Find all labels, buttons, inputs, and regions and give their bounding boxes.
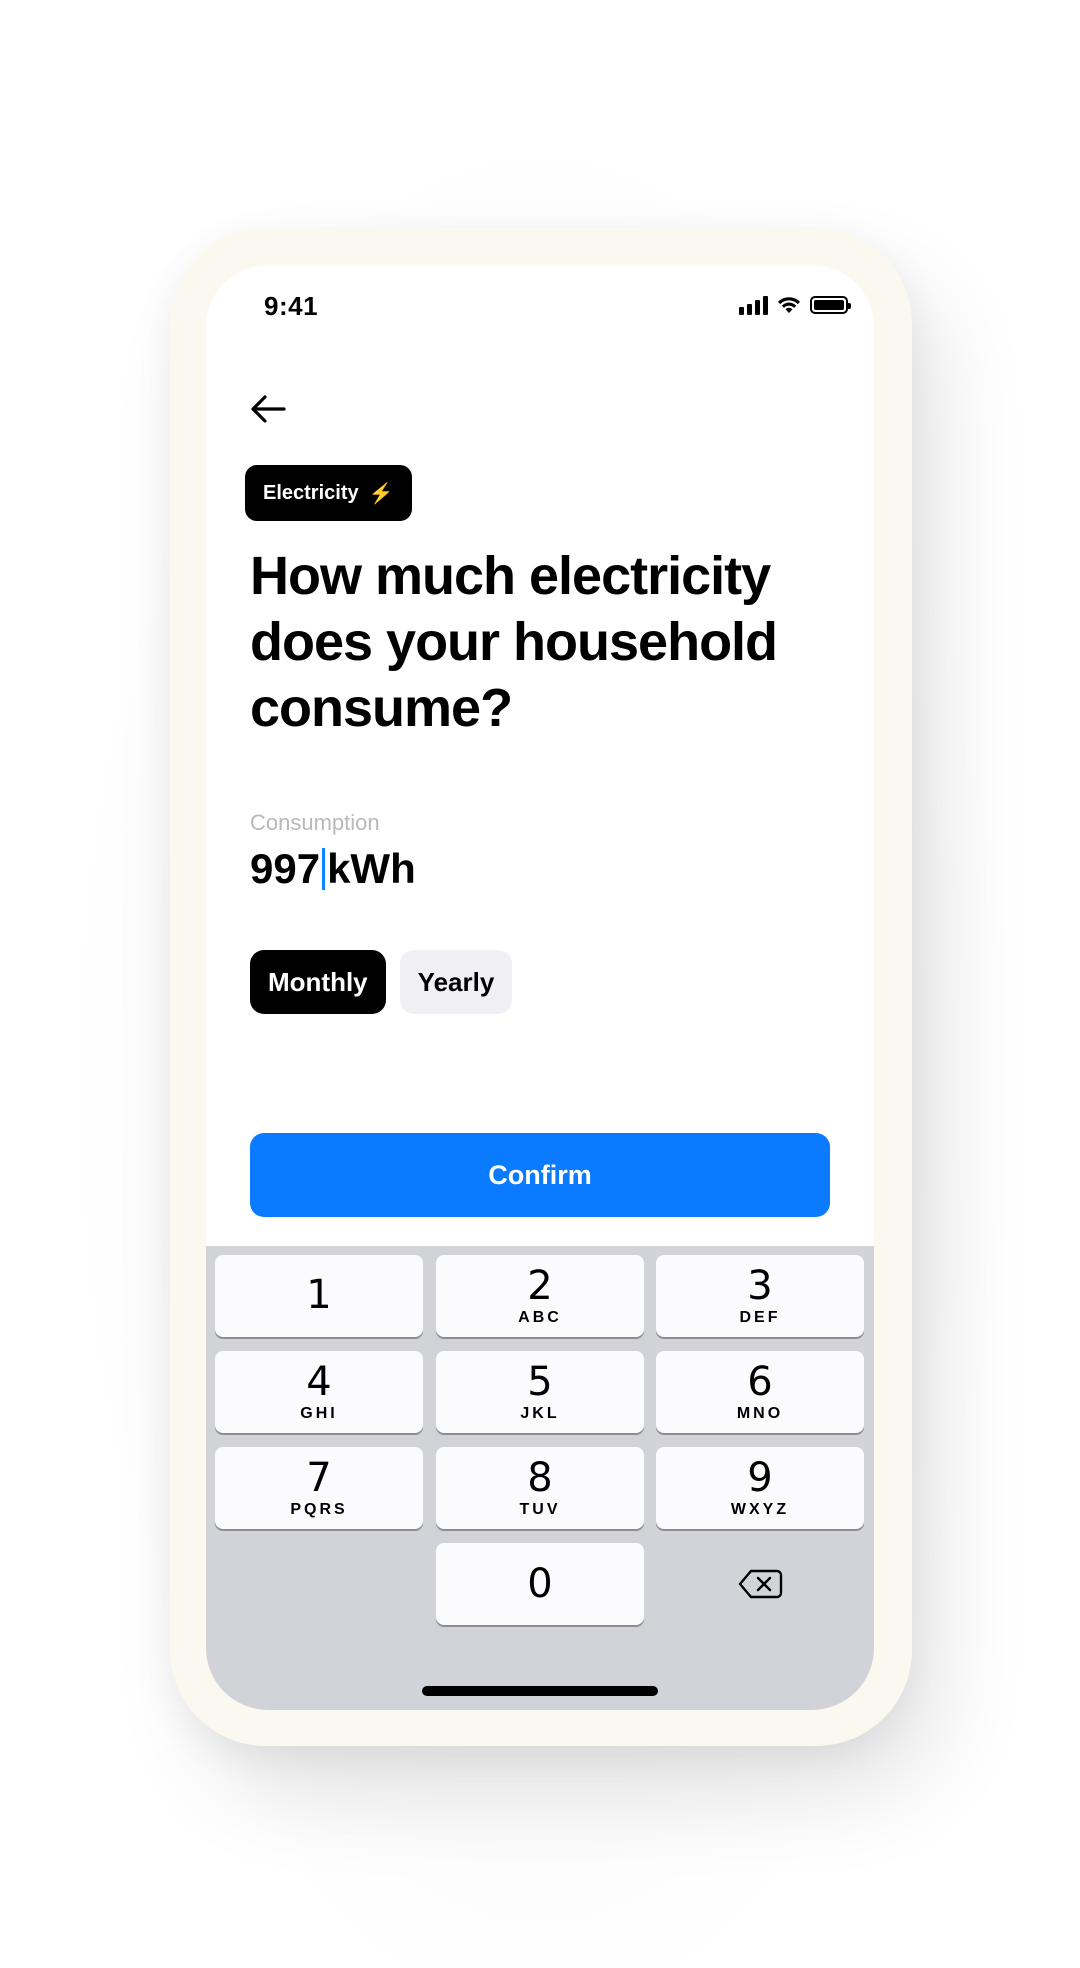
battery-icon: [810, 296, 851, 314]
lightning-icon: ⚡: [368, 482, 394, 505]
key-number: 2: [527, 1263, 553, 1309]
period-monthly-button[interactable]: Monthly: [250, 950, 386, 1014]
category-badge: Electricity ⚡: [245, 465, 412, 521]
key-letters: WXYZ: [730, 1501, 790, 1518]
key-9[interactable]: 9 WXYZ: [656, 1447, 864, 1529]
key-number: 9: [747, 1455, 773, 1501]
key-3[interactable]: 3 DEF: [656, 1255, 864, 1337]
phone-screen: 9:41 Electricity ⚡ How much electricity …: [206, 265, 874, 1710]
key-number: 7: [306, 1455, 332, 1501]
key-number: 5: [527, 1359, 553, 1405]
status-time: 9:41: [264, 291, 319, 321]
key-number: 4: [306, 1359, 332, 1405]
key-4[interactable]: 4 GHI: [215, 1351, 423, 1433]
backspace-icon: [738, 1569, 783, 1599]
key-number: 8: [527, 1455, 553, 1501]
key-letters: JKL: [520, 1405, 560, 1422]
confirm-button[interactable]: Confirm: [250, 1133, 830, 1217]
key-number: 3: [747, 1263, 773, 1309]
key-5[interactable]: 5 JKL: [436, 1351, 644, 1433]
key-7[interactable]: 7 PQRS: [215, 1447, 423, 1529]
consumption-input[interactable]: 997 kWh: [250, 845, 416, 893]
backspace-key[interactable]: [656, 1543, 864, 1625]
key-letters: MNO: [736, 1405, 784, 1422]
status-icons: [739, 295, 851, 315]
key-letters: DEF: [739, 1309, 781, 1326]
text-caret: [322, 848, 326, 890]
key-2[interactable]: 2 ABC: [436, 1255, 644, 1337]
key-8[interactable]: 8 TUV: [436, 1447, 644, 1529]
key-letters: PQRS: [290, 1501, 348, 1518]
period-toggle: Monthly Yearly: [250, 950, 513, 1014]
key-1[interactable]: 1: [215, 1255, 423, 1337]
wifi-icon: [778, 297, 800, 313]
stage: 9:41 Electricity ⚡ How much electricity …: [0, 0, 1080, 1968]
page-title: How much electricity does your household…: [250, 546, 778, 738]
back-button[interactable]: [246, 387, 290, 431]
key-number: 1: [306, 1272, 332, 1318]
consumption-value: 997: [250, 845, 321, 892]
key-letters: ABC: [518, 1309, 562, 1326]
numeric-keypad: 1 2 ABC 3 DEF 4 GHI 5 JKL 6 MNO 7 PQRS 8…: [206, 1246, 874, 1710]
cellular-signal-icon: [739, 295, 768, 315]
key-letters: TUV: [519, 1501, 561, 1518]
period-yearly-button[interactable]: Yearly: [399, 950, 513, 1014]
consumption-label: Consumption: [250, 810, 380, 835]
arrow-left-icon: [251, 395, 286, 423]
key-0[interactable]: 0: [436, 1543, 644, 1625]
home-indicator: [422, 1686, 658, 1696]
badge-label: Electricity: [263, 481, 359, 504]
key-letters: GHI: [300, 1405, 338, 1422]
key-number: 6: [747, 1359, 773, 1405]
consumption-unit: kWh: [327, 845, 416, 892]
key-number: 0: [527, 1561, 553, 1607]
key-6[interactable]: 6 MNO: [656, 1351, 864, 1433]
